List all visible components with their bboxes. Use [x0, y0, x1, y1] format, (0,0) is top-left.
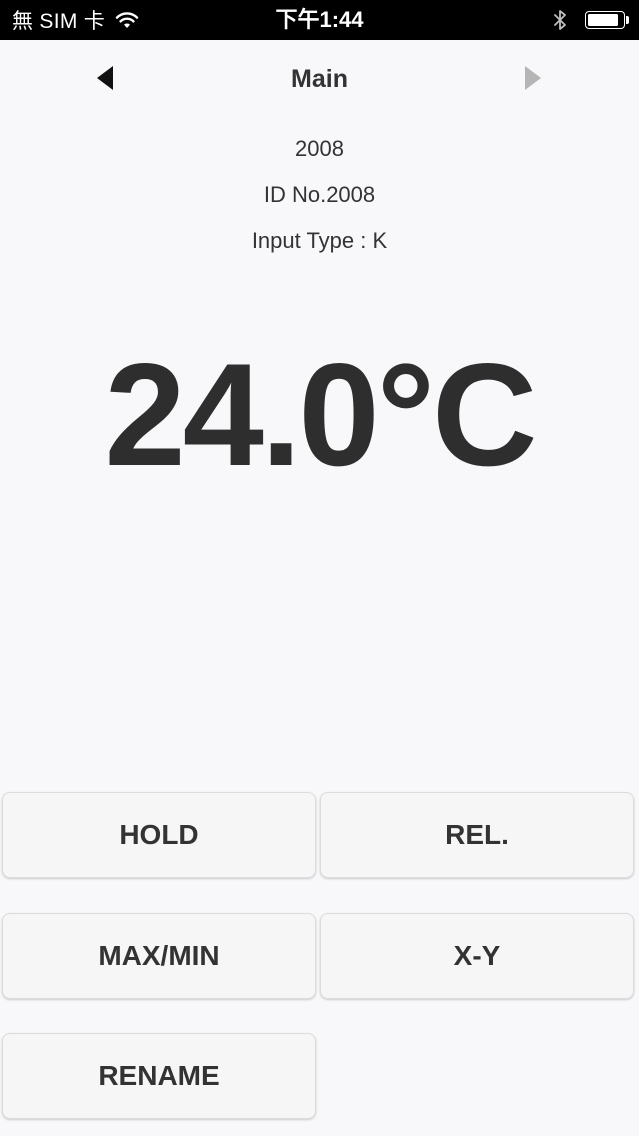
status-time: 下午1:44 [275, 7, 364, 32]
device-name: 2008 [295, 136, 344, 161]
status-right [553, 0, 629, 40]
triangle-right-icon [525, 66, 541, 90]
temperature-reading: 24.0°C [104, 333, 538, 496]
input-type: Input Type : K [251, 228, 388, 253]
x-y-button[interactable]: X-Y [320, 913, 634, 999]
max-min-button[interactable]: MAX/MIN [2, 913, 316, 999]
status-bar: 無 SIM 卡 下午1:44 [0, 0, 639, 40]
battery-fill [588, 14, 618, 26]
hold-button[interactable]: HOLD [2, 792, 316, 878]
bluetooth-icon [554, 10, 566, 30]
rename-button[interactable]: RENAME [2, 1033, 316, 1119]
battery-nub [626, 16, 629, 24]
rel-button[interactable]: REL. [320, 792, 634, 878]
device-id: ID No.2008 [263, 182, 376, 207]
next-page-button[interactable] [520, 62, 546, 94]
battery-icon [585, 11, 629, 29]
